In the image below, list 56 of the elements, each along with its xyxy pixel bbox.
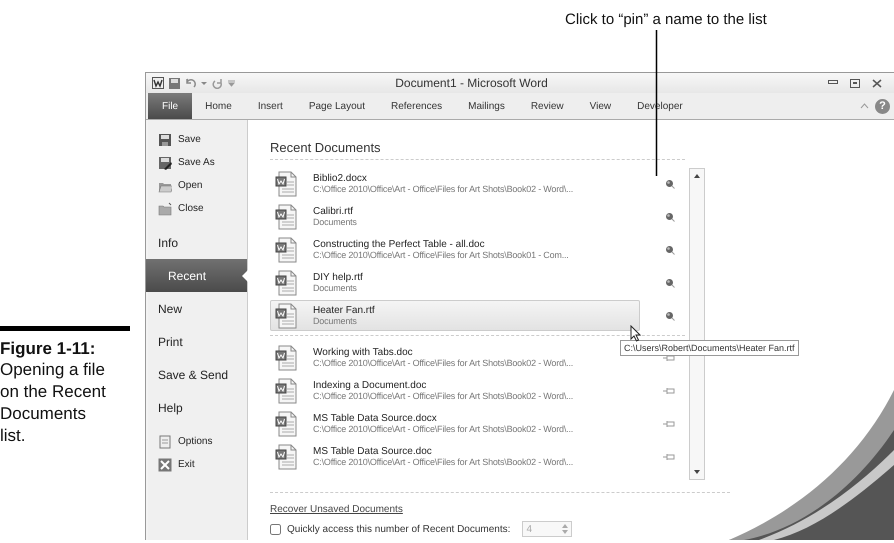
document-name: Indexing a Document.doc (313, 380, 428, 391)
menu-tab[interactable]: Save & Send (148, 358, 247, 391)
section-heading: Recent Documents (270, 140, 685, 160)
recover-link[interactable]: Recover Unsaved Documents (270, 504, 403, 515)
recent-document[interactable]: Indexing a Document.doc C:\Office 2010\Office\Art - Office\Files for Art Shots\Book02 - Word\... (270, 375, 615, 406)
document-name: Calibri.rtf (313, 206, 354, 217)
document-path: C:\Office 2010\Office\Art - Office\Files for Art Shots\Book02 - Word\... (313, 457, 574, 467)
window-title: Document1 - Microsoft Word (394, 76, 549, 90)
recent-document[interactable]: Calibri.rtf Documents (270, 201, 615, 232)
recent-document[interactable]: Biblio2.docx C:\Office 2010\Office\Art - Office\Files for Art Shots\Book02 - Word\... (270, 168, 615, 199)
document-name: Constructing the Perfect Table - all.doc (313, 239, 486, 250)
menu-tab[interactable]: Print (148, 325, 247, 358)
menu-tab[interactable]: Recent (146, 259, 247, 292)
document-path: C:\Office 2010\Office\Art - Office\Files for Art Shots\Book02 - Word\... (313, 391, 574, 401)
ribbon-tab[interactable]: Home (192, 93, 245, 119)
ribbon-tab[interactable]: View (576, 93, 624, 119)
menu-command[interactable]: Open (148, 174, 247, 197)
recent-document[interactable]: DIY help.rtf Documents (270, 267, 615, 298)
menu-command[interactable]: Close (148, 197, 247, 220)
document-path: Documents (313, 217, 358, 227)
document-path: Documents (313, 283, 358, 293)
menu-command[interactable]: Save As (148, 151, 247, 174)
recent-document[interactable]: Heater Fan.rtf Documents (270, 300, 640, 331)
menu-command[interactable]: Options (148, 430, 247, 453)
ribbon-tab[interactable]: Page Layout (296, 93, 378, 119)
help-button[interactable]: ? (875, 98, 890, 114)
recent-document[interactable]: Constructing the Perfect Table - all.doc C:\Office 2010\Office\Art - Office\Files for Art Shots\Book01 - Com... (270, 234, 615, 265)
document-path: C:\Office 2010\Office\Art - Office\Files for Art Shots\Book02 - Word\... (313, 358, 574, 368)
document-path: Documents (313, 316, 358, 326)
menu-tab[interactable]: New (148, 292, 247, 325)
ribbon-tab[interactable]: Mailings (455, 93, 518, 119)
recent-document[interactable]: MS Table Data Source.docx C:\Office 2010\Office\Art - Office\Files for Art Shots\Book02 - Word\... (270, 408, 615, 439)
document-name: Working with Tabs.doc (313, 347, 414, 358)
ribbon-tab[interactable]: File (148, 93, 192, 119)
document-name: Biblio2.docx (313, 173, 368, 184)
document-path: C:\Office 2010\Office\Art - Office\Files for Art Shots\Book02 - Word\... (313, 424, 574, 434)
recent-document[interactable]: Working with Tabs.doc C:\Office 2010\Office\Art - Office\Files for Art Shots\Book02 - Word\... (270, 342, 615, 373)
recent-document[interactable]: MS Table Data Source.doc C:\Office 2010\Office\Art - Office\Files for Art Shots\Book02 - Word\... (270, 441, 615, 472)
menu-command[interactable]: Exit (148, 453, 247, 476)
menu-tab[interactable]: Help (148, 391, 247, 424)
quick-access-label: Quickly access this number of Recent Documents: (287, 524, 510, 534)
ribbon-tab[interactable]: Review (518, 93, 577, 119)
menu-tab[interactable]: Info (148, 226, 247, 259)
document-path: C:\Office 2010\Office\Art - Office\Files for Art Shots\Book01 - Com... (313, 250, 570, 260)
document-path: C:\Office 2010\Office\Art - Office\Files for Art Shots\Book02 - Word\... (313, 184, 574, 194)
callout-text: Click to “pin” a name to the list (565, 11, 767, 28)
document-name: DIY help.rtf (313, 272, 364, 283)
document-name: MS Table Data Source.docx (313, 413, 438, 424)
ribbon-tab[interactable]: References (378, 93, 456, 119)
tooltip: C:\Users\Robert\Documents\Heater Fan.rtf (620, 340, 799, 356)
menu-command[interactable]: Save (148, 128, 247, 151)
ribbon-tab[interactable]: Insert (244, 93, 296, 119)
document-name: MS Table Data Source.doc (313, 446, 433, 457)
document-name: Heater Fan.rtf (313, 305, 376, 316)
figure-label: Figure 1-11: (0, 339, 96, 359)
figure-caption: Opening a file on the Recent Documents list. (0, 359, 107, 447)
